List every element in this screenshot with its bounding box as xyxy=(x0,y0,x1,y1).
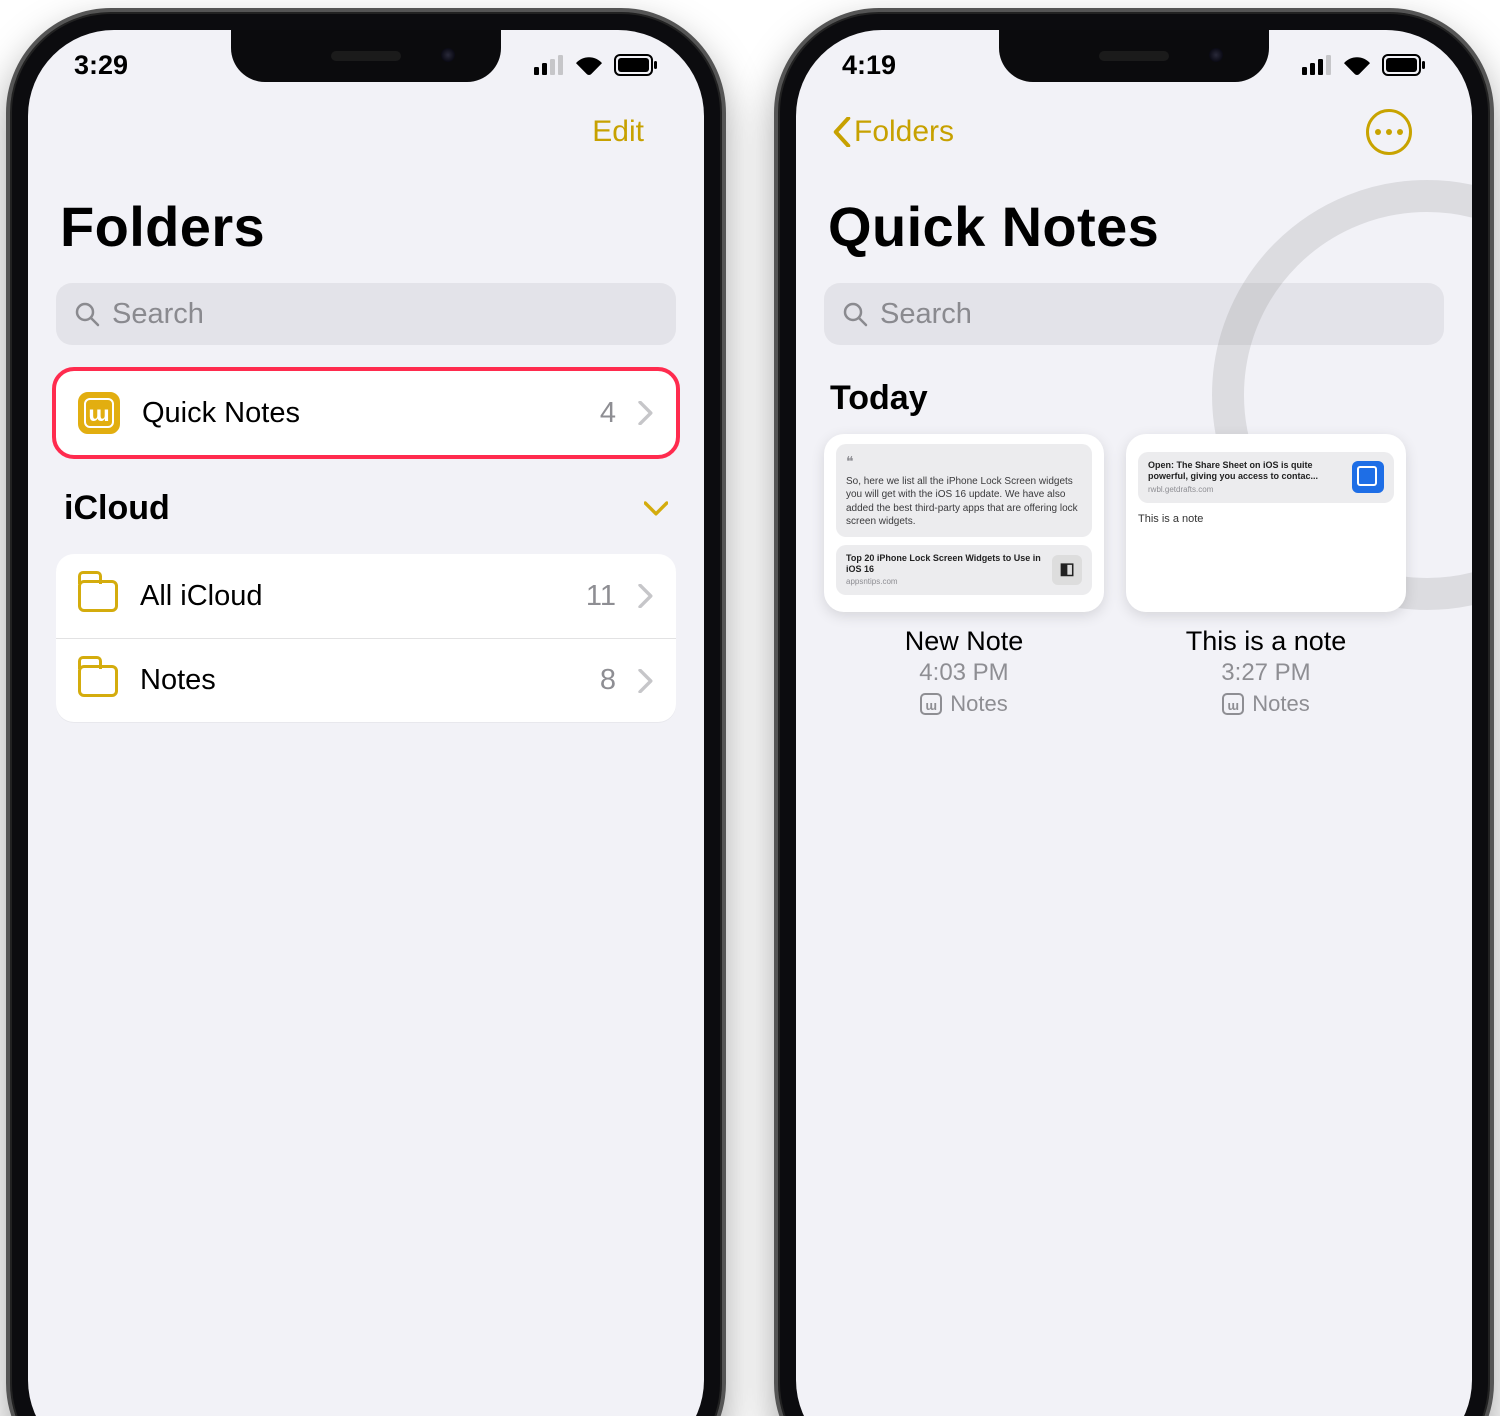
phone-frame-left: 3:29 Edit Folders Search Quick Notes 4 xyxy=(6,8,726,1416)
section-title: iCloud xyxy=(64,489,170,528)
note-folder: ɯ Notes xyxy=(905,691,1024,717)
preview-quote: ❝ So, here we list all the iPhone Lock S… xyxy=(836,444,1092,537)
folder-count: 11 xyxy=(586,580,616,613)
screen-right: 4:19 Folders Quick Notes Search xyxy=(796,30,1472,1416)
nav-bar: Folders xyxy=(824,100,1444,164)
front-camera-icon xyxy=(441,48,455,62)
front-camera-icon xyxy=(1209,48,1223,62)
section-header-today: Today xyxy=(830,379,1438,418)
page-title: Quick Notes xyxy=(828,194,1440,259)
mute-switch[interactable] xyxy=(774,212,777,264)
folder-count: 8 xyxy=(600,664,616,697)
preview-link: Open: The Share Sheet on iOS is quite po… xyxy=(1138,452,1394,503)
search-input[interactable]: Search xyxy=(56,283,676,345)
power-button[interactable] xyxy=(723,327,726,482)
chevron-left-icon xyxy=(832,117,852,147)
preview-link: Top 20 iPhone Lock Screen Widgets to Use… xyxy=(836,545,1092,596)
quick-notes-mini-icon: ɯ xyxy=(920,693,942,715)
chevron-right-icon xyxy=(638,584,654,608)
quick-notes-icon xyxy=(78,392,120,434)
folders-view: Edit Folders Search Quick Notes 4 iCloud xyxy=(28,100,704,722)
note-card[interactable]: ❝ So, here we list all the iPhone Lock S… xyxy=(824,434,1104,717)
chevron-right-icon xyxy=(638,669,654,693)
folder-row-notes[interactable]: Notes 8 xyxy=(56,638,676,722)
search-icon xyxy=(74,301,100,327)
preview-quote-text: So, here we list all the iPhone Lock Scr… xyxy=(846,475,1082,529)
quick-notes-folder-row[interactable]: Quick Notes 4 xyxy=(56,371,676,455)
note-thumbnail: Open: The Share Sheet on iOS is quite po… xyxy=(1126,434,1406,612)
wifi-icon xyxy=(1342,54,1372,76)
folder-count: 4 xyxy=(600,397,616,430)
mute-switch[interactable] xyxy=(6,212,9,264)
quick-notes-mini-icon: ɯ xyxy=(1222,693,1244,715)
search-icon xyxy=(842,301,868,327)
wifi-icon xyxy=(574,54,604,76)
folder-icon xyxy=(78,580,118,612)
note-thumbnail: ❝ So, here we list all the iPhone Lock S… xyxy=(824,434,1104,612)
volume-down-button[interactable] xyxy=(6,417,9,512)
battery-icon xyxy=(1382,54,1426,76)
preview-link-domain: rwbl.getdrafts.com xyxy=(1148,485,1336,495)
note-time: 4:03 PM xyxy=(905,659,1024,687)
power-button[interactable] xyxy=(1491,327,1494,482)
quick-notes-view: Folders Quick Notes Search Today ❝ xyxy=(796,100,1472,717)
note-folder-label: Notes xyxy=(950,691,1007,717)
edit-button[interactable]: Edit xyxy=(592,115,644,149)
chevron-down-icon xyxy=(644,501,668,517)
back-label: Folders xyxy=(854,115,954,149)
folder-icon xyxy=(78,665,118,697)
notes-grid: ❝ So, here we list all the iPhone Lock S… xyxy=(824,434,1444,717)
screen-left: 3:29 Edit Folders Search Quick Notes 4 xyxy=(28,30,704,1416)
status-time: 3:29 xyxy=(74,50,128,81)
folder-name: All iCloud xyxy=(140,580,564,613)
note-title: New Note xyxy=(905,626,1024,657)
volume-down-button[interactable] xyxy=(774,417,777,512)
notch xyxy=(999,30,1269,82)
battery-icon xyxy=(614,54,658,76)
volume-up-button[interactable] xyxy=(6,302,9,397)
page-title: Folders xyxy=(60,194,672,259)
icloud-folder-list: All iCloud 11 Notes 8 xyxy=(56,554,676,722)
nav-bar: Edit xyxy=(56,100,676,164)
back-button[interactable]: Folders xyxy=(832,115,954,149)
folder-name: Quick Notes xyxy=(142,397,578,430)
earpiece xyxy=(1099,51,1169,61)
status-time: 4:19 xyxy=(842,50,896,81)
search-placeholder: Search xyxy=(880,298,972,331)
search-input[interactable]: Search xyxy=(824,283,1444,345)
preview-link-title: Top 20 iPhone Lock Screen Widgets to Use… xyxy=(846,553,1044,576)
more-button[interactable] xyxy=(1366,109,1412,155)
note-folder: ɯ Notes xyxy=(1186,691,1347,717)
preview-body: This is a note xyxy=(1138,513,1394,525)
preview-link-domain: appsntips.com xyxy=(846,577,1044,587)
note-folder-label: Notes xyxy=(1252,691,1309,717)
link-badge-icon: ◧ xyxy=(1052,555,1082,585)
note-title: This is a note xyxy=(1186,626,1347,657)
cellular-icon xyxy=(534,55,564,75)
link-badge-icon xyxy=(1352,461,1384,493)
volume-up-button[interactable] xyxy=(774,302,777,397)
note-time: 3:27 PM xyxy=(1186,659,1347,687)
phone-frame-right: 4:19 Folders Quick Notes Search xyxy=(774,8,1494,1416)
preview-link-title: Open: The Share Sheet on iOS is quite po… xyxy=(1148,460,1336,483)
section-header-icloud[interactable]: iCloud xyxy=(64,489,668,528)
notch xyxy=(231,30,501,82)
note-card[interactable]: Open: The Share Sheet on iOS is quite po… xyxy=(1126,434,1406,717)
chevron-right-icon xyxy=(638,401,654,425)
cellular-icon xyxy=(1302,55,1332,75)
folder-name: Notes xyxy=(140,664,578,697)
folder-row-all-icloud[interactable]: All iCloud 11 xyxy=(56,554,676,638)
search-placeholder: Search xyxy=(112,298,204,331)
earpiece xyxy=(331,51,401,61)
